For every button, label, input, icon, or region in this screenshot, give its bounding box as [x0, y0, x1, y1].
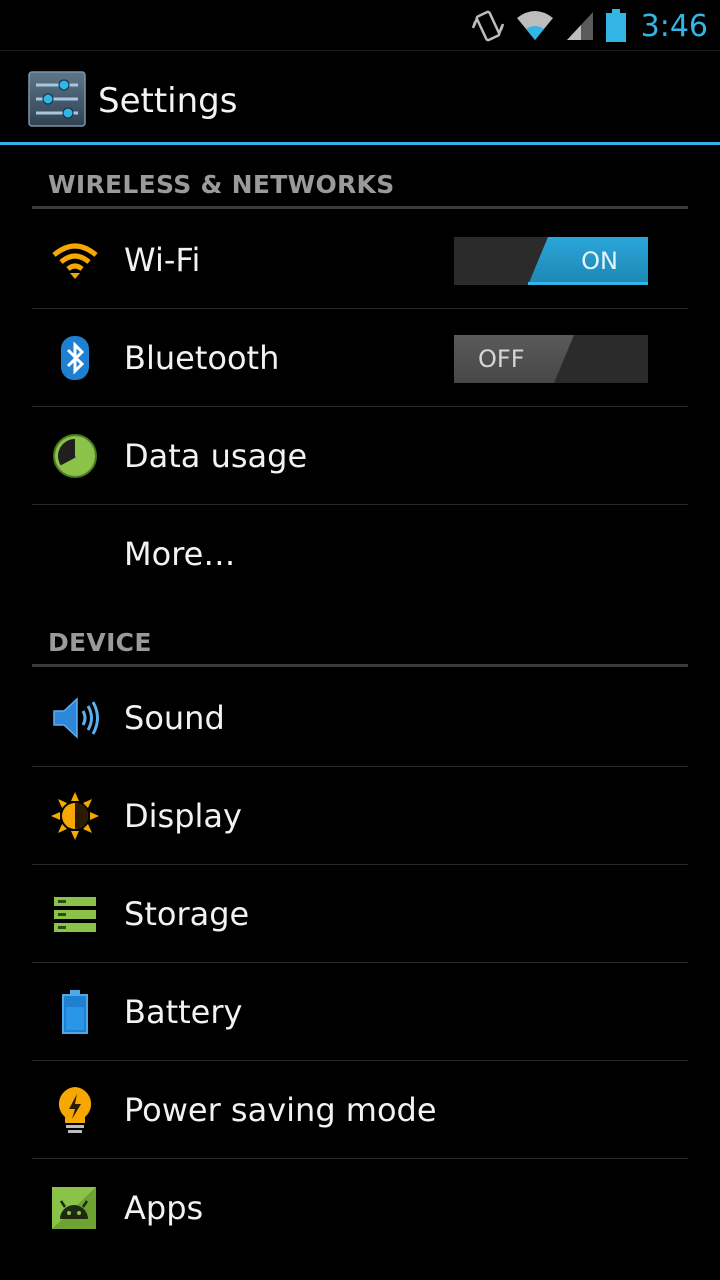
vibrate-icon	[471, 10, 504, 42]
settings-item-sound[interactable]: Sound	[32, 669, 688, 767]
settings-item-more[interactable]: More…	[32, 505, 688, 602]
action-bar: Settings	[0, 50, 720, 145]
settings-item-label: Data usage	[124, 437, 308, 475]
brightness-icon	[51, 792, 99, 840]
bluetooth-icon	[61, 336, 89, 380]
settings-item-label: Wi-Fi	[124, 241, 201, 279]
settings-item-label: Battery	[124, 993, 243, 1031]
settings-item-label: Apps	[124, 1189, 204, 1227]
settings-item-wifi[interactable]: Wi-Fi ON	[32, 211, 688, 309]
wifi-signal-icon	[516, 11, 553, 40]
section-title: WIRELESS & NETWORKS	[48, 170, 395, 199]
data-usage-icon	[53, 434, 97, 478]
settings-item-label: More…	[124, 535, 236, 573]
wifi-toggle[interactable]: ON	[454, 237, 648, 285]
section-header-wireless: WIRELESS & NETWORKS	[32, 156, 688, 209]
settings-item-power-saving-mode[interactable]: Power saving mode	[32, 1061, 688, 1159]
battery-icon	[62, 990, 88, 1034]
lightbulb-icon	[58, 1087, 92, 1133]
status-icons: 3:46	[471, 4, 708, 48]
settings-item-display[interactable]: Display	[32, 767, 688, 865]
settings-sliders-icon[interactable]	[28, 71, 86, 127]
bluetooth-toggle[interactable]: OFF	[454, 335, 648, 383]
toggle-state: OFF	[478, 345, 525, 373]
settings-item-label: Storage	[124, 895, 250, 933]
status-bar: 3:46	[0, 0, 720, 50]
section-header-device: DEVICE	[32, 614, 688, 667]
speaker-icon	[53, 697, 99, 739]
battery-icon	[605, 9, 626, 42]
android-apps-icon	[52, 1187, 96, 1229]
settings-item-label: Power saving mode	[124, 1091, 437, 1129]
wifi-icon	[52, 243, 98, 279]
status-time: 3:46	[640, 8, 708, 44]
settings-item-battery[interactable]: Battery	[32, 963, 688, 1061]
settings-item-storage[interactable]: Storage	[32, 865, 688, 963]
page-title: Settings	[98, 81, 238, 121]
settings-item-label: Bluetooth	[124, 339, 280, 377]
settings-item-apps[interactable]: Apps	[32, 1159, 688, 1256]
settings-item-label: Display	[124, 797, 242, 835]
cell-signal-icon	[566, 12, 593, 40]
toggle-state: ON	[581, 247, 618, 275]
storage-icon	[54, 897, 96, 932]
settings-item-data-usage[interactable]: Data usage	[32, 407, 688, 505]
section-title: DEVICE	[48, 628, 152, 657]
settings-item-label: Sound	[124, 699, 225, 737]
action-bar-divider	[0, 142, 720, 145]
settings-item-bluetooth[interactable]: Bluetooth OFF	[32, 309, 688, 407]
